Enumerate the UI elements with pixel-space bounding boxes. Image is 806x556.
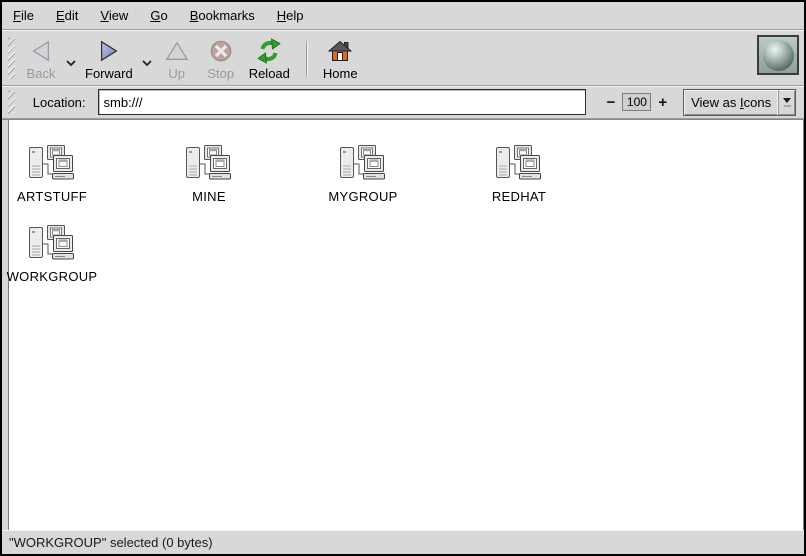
content-area: ARTSTUFF MINE MYGROUP REDHAT WORKGROUP: [2, 119, 804, 530]
view-mode-label: View as Icons: [684, 90, 778, 115]
network-item-redhat[interactable]: REDHAT: [459, 144, 579, 204]
zoom-out-button[interactable]: −: [603, 95, 620, 110]
zoom-level-indicator[interactable]: 100: [622, 93, 651, 111]
item-label: REDHAT: [492, 189, 546, 204]
menu-go-accel: G: [150, 8, 160, 23]
menu-edit[interactable]: Edit: [45, 4, 89, 27]
view-mode-rest: cons: [744, 95, 771, 110]
menu-bar: File Edit View Go Bookmarks Help: [2, 2, 804, 30]
menu-file-rest: ile: [21, 8, 34, 23]
view-mode-dropdown-arrow-icon: [778, 90, 795, 115]
up-label: Up: [168, 66, 185, 81]
network-item-mygroup[interactable]: MYGROUP: [303, 144, 423, 204]
toolbar-grip-handle[interactable]: [8, 37, 15, 79]
back-button[interactable]: Back: [19, 35, 63, 81]
item-label: WORKGROUP: [7, 269, 98, 284]
home-label: Home: [323, 66, 358, 81]
zoom-in-button[interactable]: +: [654, 95, 671, 110]
network-item-workgroup[interactable]: WORKGROUP: [0, 224, 112, 284]
workgroup-icon: [185, 144, 233, 184]
menu-go-rest: o: [160, 8, 167, 23]
back-history-dropdown[interactable]: [63, 41, 79, 85]
menu-edit-rest: dit: [65, 8, 79, 23]
location-bar-grip-handle[interactable]: [8, 90, 15, 114]
zoom-control: − 100 +: [603, 93, 672, 111]
location-input[interactable]: [98, 89, 586, 115]
view-mode-dropdown[interactable]: View as Icons: [683, 89, 796, 116]
menu-file[interactable]: File: [2, 4, 45, 27]
item-label: MINE: [192, 189, 226, 204]
network-item-mine[interactable]: MINE: [149, 144, 269, 204]
forward-label: Forward: [85, 66, 133, 81]
toolbar-separator: [306, 41, 307, 77]
menu-bookmarks-rest: ookmarks: [198, 8, 254, 23]
menu-bookmarks[interactable]: Bookmarks: [179, 4, 266, 27]
network-item-artstuff[interactable]: ARTSTUFF: [0, 144, 112, 204]
menu-view-rest: iew: [109, 8, 129, 23]
up-button[interactable]: Up: [155, 35, 199, 81]
stop-label: Stop: [207, 66, 234, 81]
throbber-sphere-icon: [763, 40, 794, 71]
home-icon: [327, 37, 353, 65]
item-label: MYGROUP: [328, 189, 397, 204]
reload-icon: [256, 37, 282, 65]
back-label: Back: [27, 66, 56, 81]
forward-icon: [97, 37, 121, 65]
home-button[interactable]: Home: [317, 35, 364, 81]
forward-history-dropdown[interactable]: [139, 41, 155, 85]
up-icon: [165, 37, 189, 65]
menu-file-accel: F: [13, 8, 21, 23]
workgroup-icon: [28, 224, 76, 264]
view-mode-pre: View as: [691, 95, 740, 110]
status-bar: "WORKGROUP" selected (0 bytes): [2, 530, 804, 554]
menu-help-accel: H: [277, 8, 286, 23]
reload-button[interactable]: Reload: [243, 35, 296, 81]
icon-view[interactable]: ARTSTUFF MINE MYGROUP REDHAT WORKGROUP: [9, 120, 804, 530]
menu-go[interactable]: Go: [139, 4, 178, 27]
stop-button[interactable]: Stop: [199, 35, 243, 81]
stop-icon: [209, 37, 233, 65]
menu-edit-accel: E: [56, 8, 65, 23]
menu-help-rest: elp: [286, 8, 303, 23]
workgroup-icon: [495, 144, 543, 184]
workgroup-icon: [339, 144, 387, 184]
throbber[interactable]: [757, 35, 799, 75]
menu-help[interactable]: Help: [266, 4, 315, 27]
forward-button[interactable]: Forward: [79, 35, 139, 81]
back-icon: [29, 37, 53, 65]
toolbar: Back Forward Up: [2, 30, 804, 86]
location-bar: Location: − 100 + View as Icons: [2, 86, 804, 119]
menu-view[interactable]: View: [89, 4, 139, 27]
item-label: ARTSTUFF: [17, 189, 87, 204]
file-manager-window: File Edit View Go Bookmarks Help Back: [0, 0, 806, 556]
location-label: Location:: [33, 95, 86, 110]
menu-view-accel: V: [100, 8, 108, 23]
workgroup-icon: [28, 144, 76, 184]
status-text: "WORKGROUP" selected (0 bytes): [9, 535, 213, 550]
reload-label: Reload: [249, 66, 290, 81]
